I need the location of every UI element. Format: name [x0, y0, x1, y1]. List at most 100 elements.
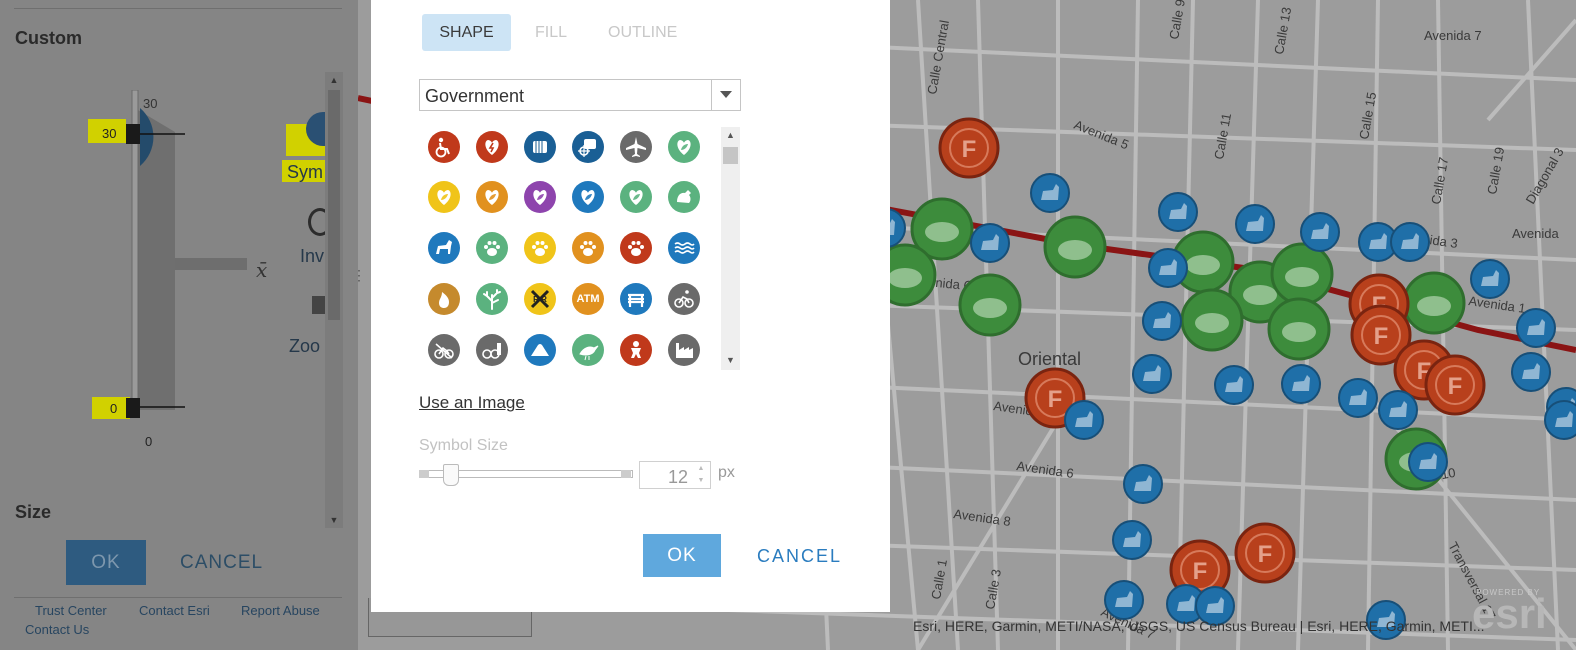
bear-icon	[888, 268, 922, 288]
symbol-style-panel: Custom 30 30 0 0 x̄ Sym Inv Zoo ▲ ▼ Size…	[0, 0, 358, 650]
divider	[14, 597, 342, 598]
fire-station-icon: F	[1258, 541, 1273, 568]
symbol-grid-scroll-thumb[interactable]	[723, 147, 738, 164]
max-value-label: 30	[143, 96, 158, 111]
cyclist-icon[interactable]	[668, 283, 700, 315]
baby-icon[interactable]	[620, 334, 652, 366]
bicycle-parking-icon[interactable]	[476, 334, 508, 366]
frog-icon[interactable]	[668, 181, 700, 213]
heart-leaf-icon[interactable]	[524, 181, 556, 213]
max-handle-value: 30	[102, 126, 117, 141]
airplane-icon[interactable]	[620, 131, 652, 163]
road-label: Calle Central	[924, 19, 952, 96]
waves-icon[interactable]	[668, 232, 700, 264]
road-label: Avenida 7	[1424, 28, 1482, 43]
ok-button[interactable]: OK	[643, 534, 721, 577]
drag-handle-icon[interactable]: ⋮	[352, 268, 366, 282]
bench-icon[interactable]	[620, 283, 652, 315]
scroll-up-icon[interactable]: ▲	[328, 75, 340, 85]
tab-outline[interactable]: OUTLINE	[608, 14, 677, 51]
size-stepper-icon[interactable]: ▲ ▼	[694, 463, 708, 487]
fire-station-icon: F	[1374, 323, 1389, 350]
paw-icon[interactable]	[524, 232, 556, 264]
max-handle-icon[interactable]	[126, 124, 140, 144]
street	[916, 418, 1060, 650]
symbol-picker-dialog: SHAPE FILL OUTLINE Government R R ATM ▲ ▼…	[371, 0, 890, 612]
bear-icon	[1195, 313, 1229, 333]
road-label: Calle 17	[1428, 156, 1451, 206]
scroll-up-icon[interactable]: ▲	[721, 130, 740, 140]
fire-icon[interactable]	[428, 283, 460, 315]
road-label: Calle 9	[1166, 0, 1188, 41]
street	[916, 0, 960, 650]
bear-icon	[1282, 322, 1316, 342]
panel-scroll-thumb[interactable]	[328, 90, 340, 320]
symbol-size-slider-thumb[interactable]	[443, 464, 459, 486]
horse-icon[interactable]	[428, 232, 460, 264]
trust-center-link[interactable]: Trust Center	[35, 603, 107, 618]
bear-icon	[1186, 255, 1220, 275]
bear-icon	[1285, 267, 1319, 287]
min-handle-icon[interactable]	[126, 398, 140, 418]
bird-icon[interactable]	[572, 334, 604, 366]
zoom-icon[interactable]	[312, 296, 326, 314]
bear-icon	[925, 222, 959, 242]
symbol-size-input[interactable]: 12 ▲ ▼	[639, 461, 711, 489]
panel-ok-button[interactable]: OK	[66, 540, 146, 585]
size-heading: Size	[15, 502, 52, 522]
symbol-label[interactable]: Sym	[287, 162, 323, 183]
factory-icon[interactable]	[668, 334, 700, 366]
coral-icon[interactable]	[476, 283, 508, 315]
tab-shape[interactable]: SHAPE	[422, 14, 511, 51]
paw-icon[interactable]	[572, 232, 604, 264]
fist-icon[interactable]	[524, 131, 556, 163]
road-label: Diagonal 3	[1523, 145, 1567, 206]
heart-leaf-icon[interactable]	[428, 181, 460, 213]
scroll-down-icon[interactable]: ▼	[328, 515, 340, 525]
divider	[14, 8, 342, 9]
contact-esri-link[interactable]: Contact Esri	[139, 603, 210, 618]
bear-icon	[973, 298, 1007, 318]
invert-label[interactable]: Inv	[300, 246, 324, 267]
tab-fill[interactable]: FILL	[535, 14, 567, 51]
road-label: Avenida 5	[1072, 117, 1131, 152]
no-bicycle-icon[interactable]	[428, 334, 460, 366]
contact-us-link[interactable]: Contact Us	[25, 622, 89, 637]
heart-leaf-icon[interactable]	[572, 181, 604, 213]
axis-min-label: 0	[145, 434, 153, 449]
heart-leaf-icon[interactable]	[668, 131, 700, 163]
report-abuse-link[interactable]: Report Abuse	[241, 603, 320, 618]
mean-icon: x̄	[256, 258, 268, 282]
chevron-down-icon[interactable]	[711, 80, 740, 110]
slider-min-cap	[419, 470, 429, 478]
svg-text:R R: R R	[533, 295, 547, 304]
mountain-icon[interactable]	[524, 334, 556, 366]
road-label: Oriental	[1018, 349, 1081, 369]
paw-icon[interactable]	[476, 232, 508, 264]
railroad-crossing-icon[interactable]: R R	[524, 283, 556, 315]
symbol-grid-scrollbar[interactable]: ▲ ▼	[721, 127, 740, 370]
category-value: Government	[425, 86, 525, 106]
road-label: Calle 19	[1484, 146, 1507, 196]
symbol-size-value: 12	[668, 467, 689, 487]
slider-max-cap	[621, 470, 631, 478]
bear-icon	[1058, 240, 1092, 260]
atm-icon[interactable]: ATM	[572, 283, 604, 315]
heart-leaf-icon[interactable]	[620, 181, 652, 213]
heart-leaf-icon[interactable]	[476, 181, 508, 213]
use-image-link[interactable]: Use an Image	[419, 393, 525, 413]
road-label: Avenida	[1512, 226, 1560, 241]
defibrillator-icon[interactable]	[476, 131, 508, 163]
min-handle-value: 0	[110, 401, 118, 416]
road-label: Calle 13	[1271, 6, 1294, 56]
panel-cancel-button[interactable]: CANCEL	[180, 552, 263, 574]
paw-icon[interactable]	[620, 232, 652, 264]
category-select[interactable]: Government	[419, 79, 741, 111]
cancel-button[interactable]: CANCEL	[757, 546, 842, 567]
bear-icon	[1243, 285, 1277, 305]
symbol-size-unit: px	[718, 464, 735, 481]
target-fist-icon[interactable]	[572, 131, 604, 163]
wheelchair-icon[interactable]	[428, 131, 460, 163]
scroll-down-icon[interactable]: ▼	[721, 355, 740, 365]
zoom-label[interactable]: Zoo	[289, 336, 320, 357]
